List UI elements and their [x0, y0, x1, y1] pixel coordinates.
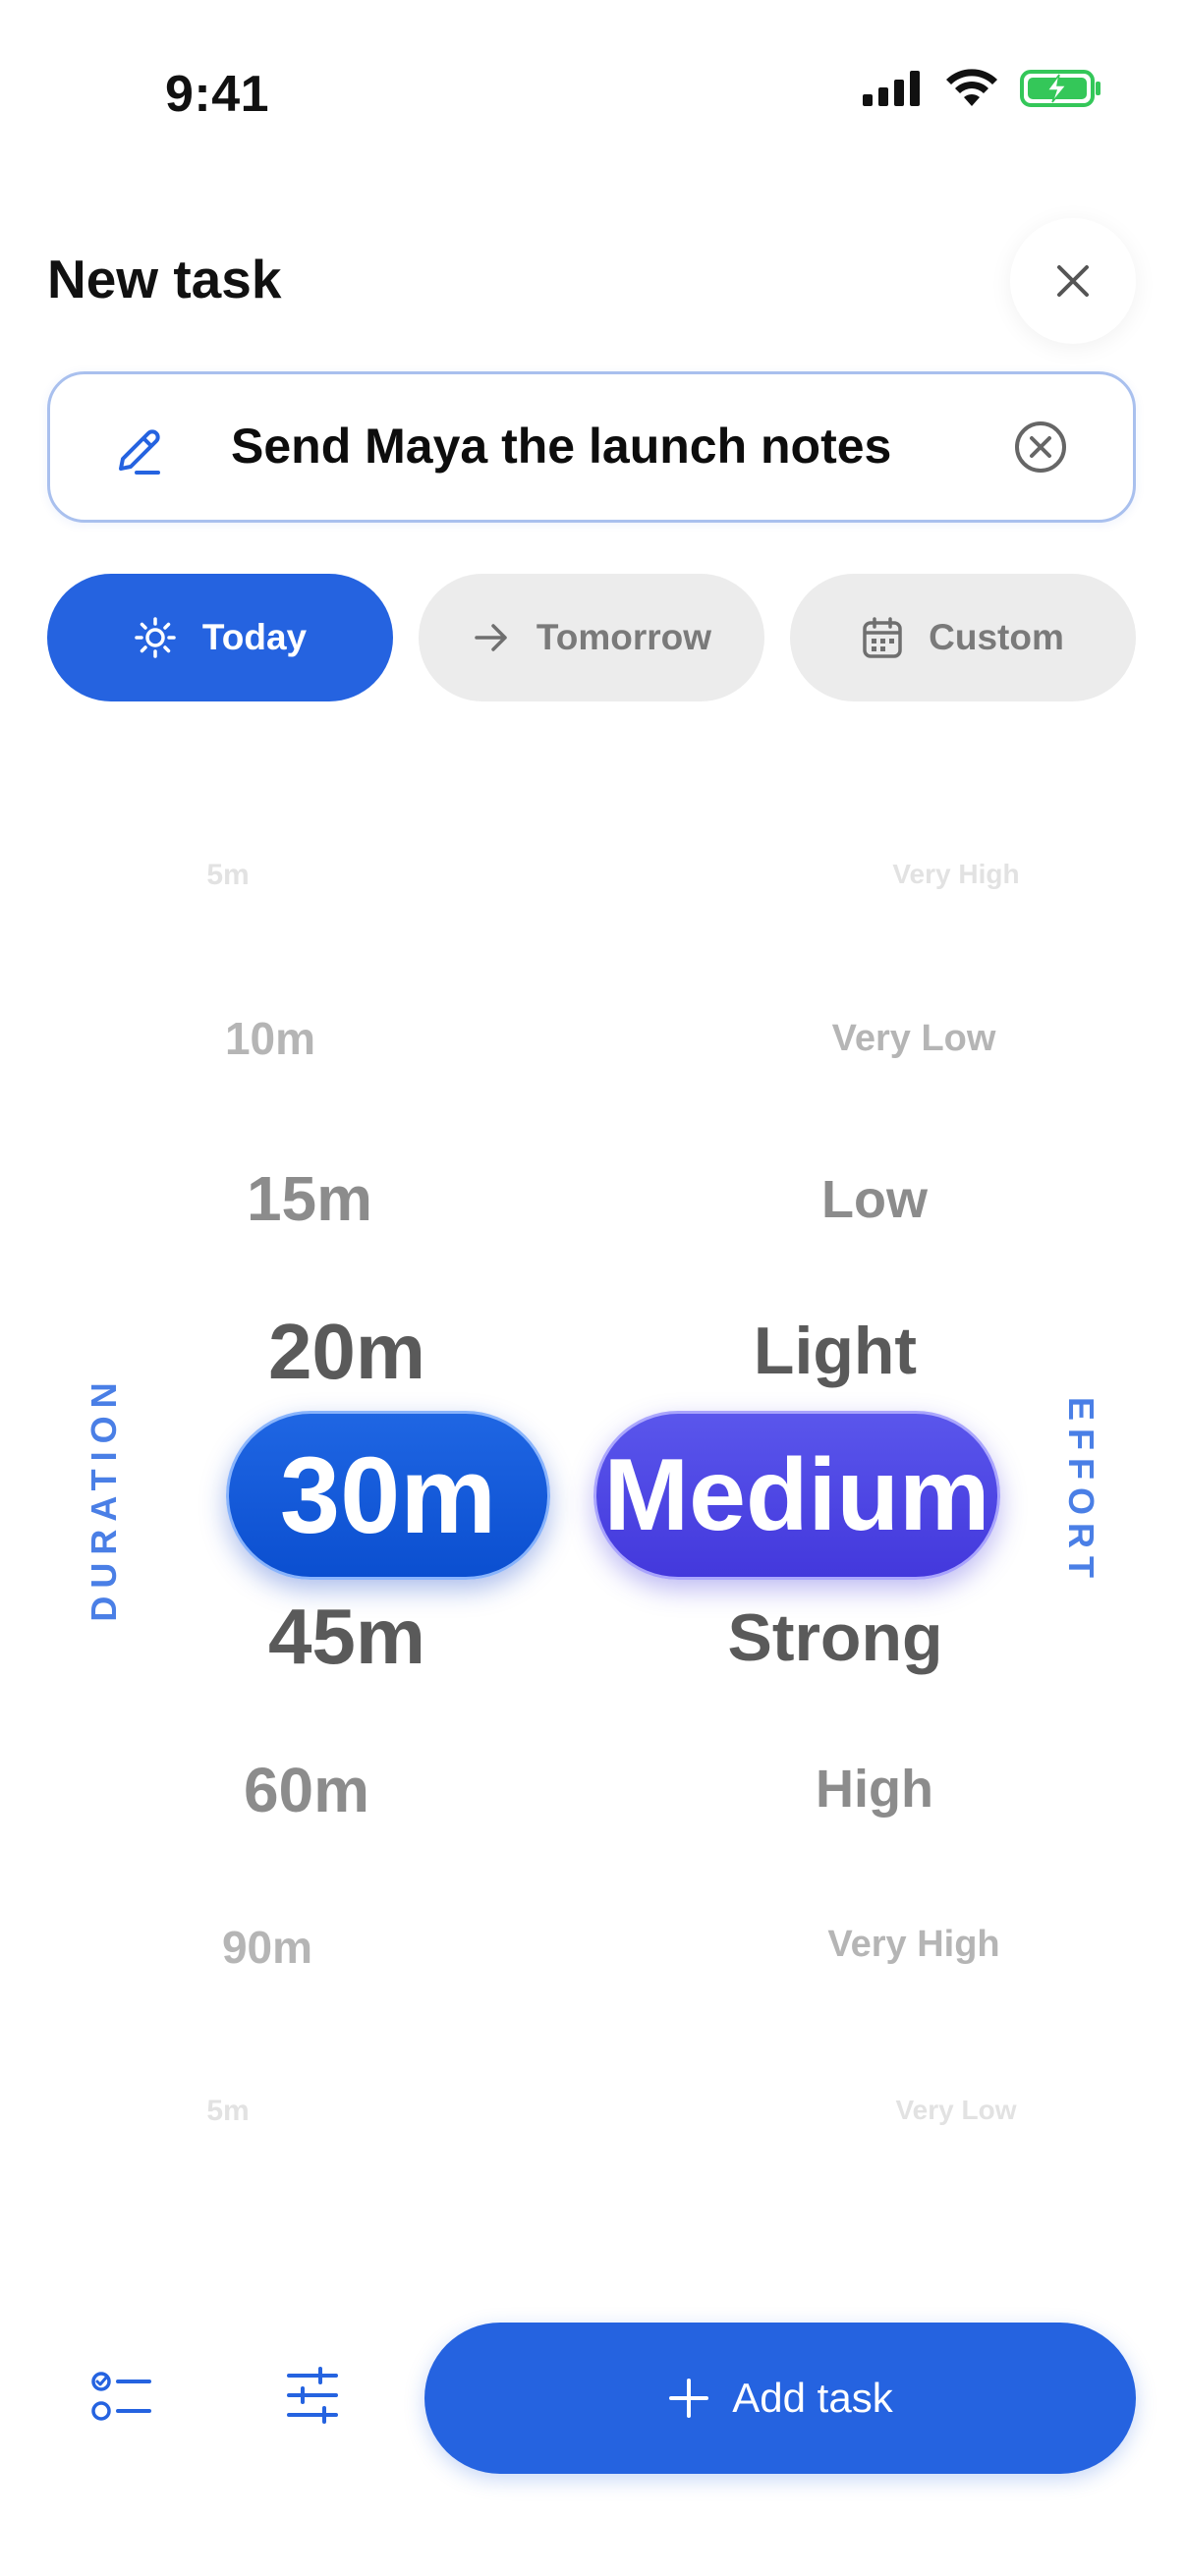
effort-option[interactable]: High: [816, 1759, 933, 1820]
sliders-icon: [287, 2367, 338, 2424]
status-icons: [863, 69, 1102, 108]
battery-charging-icon: [1020, 70, 1100, 107]
checklist-button[interactable]: [90, 2370, 153, 2430]
date-chip-label: Today: [201, 617, 308, 657]
checklist-icon: [91, 2372, 151, 2421]
wifi-icon: [946, 69, 997, 106]
date-chip-custom[interactable]: Custom: [790, 574, 1136, 701]
effort-selected[interactable]: Medium: [593, 1411, 1000, 1580]
date-chip-today[interactable]: Today: [47, 574, 393, 701]
effort-option[interactable]: Very High: [892, 859, 1019, 890]
duration-label: DURATION: [84, 1374, 124, 1622]
clear-text-icon[interactable]: [1013, 420, 1068, 475]
close-button[interactable]: [1010, 218, 1136, 344]
duration-option[interactable]: 90m: [222, 1921, 312, 1974]
effort-option[interactable]: Very Low: [832, 1018, 996, 1060]
task-title-input[interactable]: Send Maya the launch notes: [47, 371, 1136, 523]
duration-option[interactable]: 5m: [206, 2095, 249, 2128]
date-chip-label: Tomorrow: [536, 617, 712, 657]
sun-icon: [135, 617, 176, 658]
add-task-label: Add task: [732, 2375, 893, 2421]
effort-option[interactable]: Strong: [727, 1599, 942, 1676]
duration-option[interactable]: 60m: [244, 1754, 369, 1826]
cellular-signal-icon: [863, 71, 920, 106]
duration-option[interactable]: 45m: [268, 1592, 425, 1682]
task-title-value[interactable]: Send Maya the launch notes: [231, 418, 891, 475]
effort-option[interactable]: Very Low: [896, 2095, 1017, 2126]
page-title: New task: [47, 249, 282, 309]
effort-option[interactable]: Very High: [827, 1924, 999, 1966]
arrow-right-icon: [475, 624, 507, 651]
close-icon: [1057, 265, 1089, 297]
effort-label: EFFORT: [1061, 1397, 1101, 1586]
pencil-icon: [119, 429, 160, 475]
date-chip-label: Custom: [929, 617, 1064, 657]
duration-option[interactable]: 20m: [268, 1307, 425, 1397]
effort-option[interactable]: Light: [754, 1313, 917, 1389]
duration-option[interactable]: 5m: [206, 859, 249, 892]
duration-selected[interactable]: 30m: [226, 1411, 550, 1580]
duration-option[interactable]: 15m: [247, 1162, 372, 1235]
add-task-button[interactable]: Add task: [424, 2323, 1136, 2474]
date-chip-tomorrow[interactable]: Tomorrow: [419, 574, 764, 701]
filters-button[interactable]: [285, 2366, 340, 2430]
plus-icon: [669, 2379, 709, 2418]
duration-option[interactable]: 10m: [225, 1012, 315, 1065]
calendar-icon: [863, 617, 902, 658]
effort-option[interactable]: Low: [821, 1169, 928, 1230]
status-time: 9:41: [165, 66, 270, 123]
